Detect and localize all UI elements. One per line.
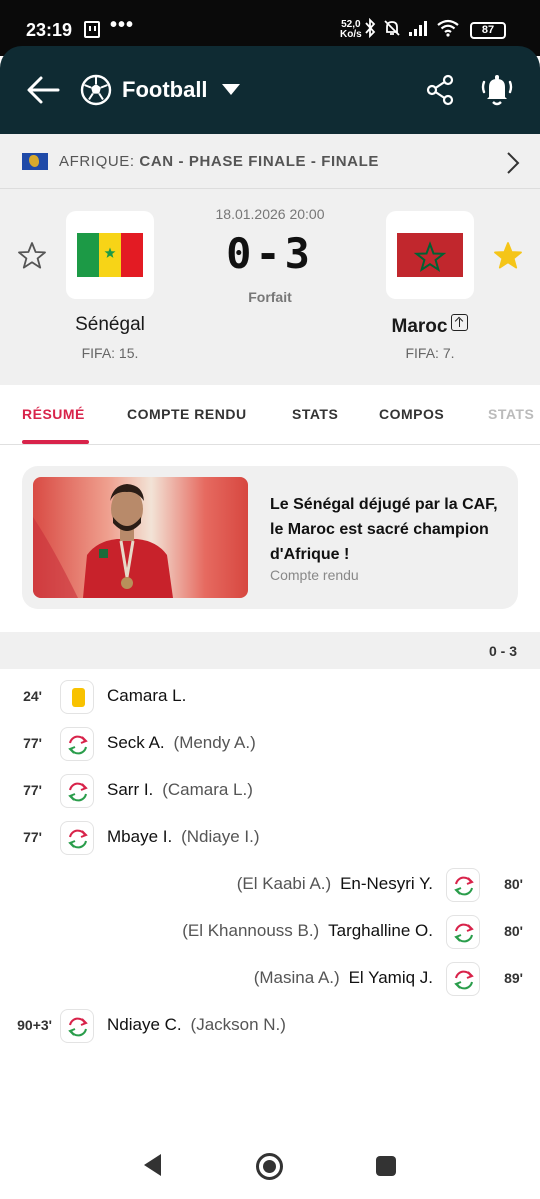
competition-link[interactable]: AFRIQUE: CAN - PHASE FINALE - FINALE <box>0 134 540 189</box>
event-player[interactable]: Camara L. <box>107 686 186 705</box>
substitution-icon <box>446 962 480 996</box>
muted-bell-icon <box>384 20 400 36</box>
chevron-right-icon[interactable] <box>506 151 520 175</box>
tab-compte-rendu[interactable]: COMPTE RENDU <box>127 406 247 422</box>
tab-stats-more[interactable]: STATS <box>488 406 534 422</box>
morocco-flag <box>397 233 463 277</box>
substitution-icon <box>60 774 94 808</box>
status-time: 23:19 <box>26 20 73 40</box>
event-player-out[interactable]: (Camara L.) <box>162 780 253 799</box>
event-minute: 77' <box>23 735 42 751</box>
competition-label: AFRIQUE: CAN - PHASE FINALE - FINALE <box>59 153 379 170</box>
substitution-icon <box>446 868 480 902</box>
event-player[interactable]: Mbaye I. <box>107 827 172 846</box>
app-header: Football <box>0 46 540 134</box>
africa-flag-icon <box>22 153 48 170</box>
news-image <box>33 477 248 598</box>
news-title[interactable]: Le Sénégal déjugé par la CAF, le Maroc e… <box>270 492 500 567</box>
yellow-card-icon <box>60 680 94 714</box>
match-event: 77' Sarr I. (Camara L.) <box>0 771 540 811</box>
more-notifications-icon: ••• <box>110 14 135 36</box>
match-event: (Masina A.) El Yamiq J. 89' <box>0 959 540 999</box>
match-event: (El Khannouss B.) Targhalline O. 80' <box>0 912 540 952</box>
event-player-out[interactable]: (Mendy A.) <box>174 733 256 752</box>
event-player[interactable]: En-Nesyri Y. <box>340 874 433 893</box>
event-minute: 24' <box>23 688 42 704</box>
tab-stats[interactable]: STATS <box>292 406 338 422</box>
away-favorite-star-icon[interactable] <box>492 240 524 272</box>
match-event: 77' Seck A. (Mendy A.) <box>0 724 540 764</box>
events-score: 0 - 3 <box>488 643 517 659</box>
match-event: 24' Camara L. <box>0 677 540 717</box>
away-team-rank: FIFA: 7. <box>405 345 455 361</box>
chevron-down-icon[interactable] <box>222 84 240 95</box>
match-event: (El Kaabi A.) En-Nesyri Y. 80' <box>0 865 540 905</box>
away-team-logo[interactable] <box>386 211 474 299</box>
substitution-icon <box>446 915 480 949</box>
back-arrow-icon[interactable] <box>24 72 64 108</box>
match-tabs: RÉSUMÉ COMPTE RENDU STATS COMPOS STATS <box>0 385 540 445</box>
battery-indicator: 87 <box>470 22 506 39</box>
match-header: Sénégal FIFA: 15. 18.01.2026 20:00 0-3 F… <box>0 189 540 385</box>
bluetooth-icon <box>365 18 376 38</box>
event-player[interactable]: Seck A. <box>107 733 165 752</box>
twitch-notification-icon <box>84 21 100 38</box>
nav-back-icon[interactable] <box>144 1154 161 1176</box>
events-header: 0 - 3 <box>0 632 540 669</box>
news-category: Compte rendu <box>270 567 359 583</box>
qualified-arrow-icon <box>451 314 469 331</box>
share-icon[interactable] <box>426 74 456 106</box>
event-minute: 89' <box>504 970 523 986</box>
substitution-icon <box>60 821 94 855</box>
event-minute: 77' <box>23 782 42 798</box>
nav-recents-icon[interactable] <box>376 1156 396 1176</box>
event-player-out[interactable]: (Masina A.) <box>254 968 340 987</box>
network-speed: 52,0 Ko/s <box>340 19 362 40</box>
tab-resume[interactable]: RÉSUMÉ <box>22 406 85 422</box>
event-player-out[interactable]: (Ndiaye I.) <box>181 827 259 846</box>
signal-icon <box>409 21 427 36</box>
home-team-rank: FIFA: 15. <box>81 345 139 361</box>
match-event: 77' Mbaye I. (Ndiaye I.) <box>0 818 540 858</box>
bell-icon[interactable] <box>480 72 514 108</box>
event-player[interactable]: El Yamiq J. <box>349 968 433 987</box>
event-minute: 80' <box>504 923 523 939</box>
event-player-out[interactable]: (Jackson N.) <box>191 1015 286 1034</box>
news-card[interactable]: Le Sénégal déjugé par la CAF, le Maroc e… <box>22 466 518 609</box>
substitution-icon <box>60 1009 94 1043</box>
event-player[interactable]: Sarr I. <box>107 780 153 799</box>
football-icon <box>80 74 112 106</box>
wifi-icon <box>437 19 459 37</box>
sport-selector-title[interactable]: Football <box>122 77 208 103</box>
substitution-icon <box>60 727 94 761</box>
tab-compos[interactable]: COMPOS <box>379 406 444 422</box>
away-team-name[interactable]: Maroc <box>360 314 500 338</box>
event-player[interactable]: Targhalline O. <box>328 921 433 940</box>
event-player[interactable]: Ndiaye C. <box>107 1015 182 1034</box>
match-event: 90+3' Ndiaye C. (Jackson N.) <box>0 1006 540 1046</box>
event-player-out[interactable]: (El Kaabi A.) <box>237 874 332 893</box>
nav-home-icon[interactable] <box>256 1153 283 1180</box>
event-minute: 80' <box>504 876 523 892</box>
event-minute: 90+3' <box>17 1017 52 1033</box>
system-nav-bar <box>0 1130 540 1199</box>
active-tab-indicator <box>22 440 89 444</box>
home-team-name[interactable]: Sénégal <box>40 314 180 336</box>
event-player-out[interactable]: (El Khannouss B.) <box>182 921 319 940</box>
event-minute: 77' <box>23 829 42 845</box>
